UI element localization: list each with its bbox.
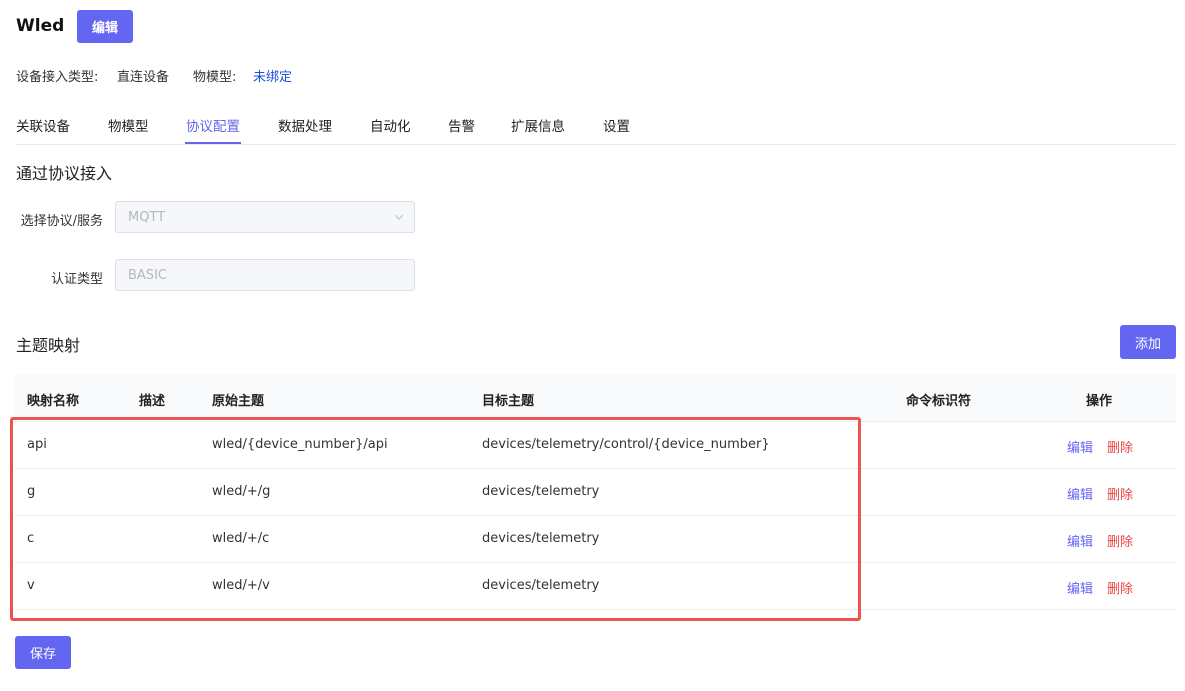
column-header: 映射名称: [27, 394, 80, 409]
mapping-section-title: 主题映射: [16, 336, 81, 355]
tab-extended-info[interactable]: 扩展信息: [511, 115, 565, 135]
tab-thing-model[interactable]: 物模型: [108, 115, 149, 135]
tab-protocol-config[interactable]: 协议配置: [186, 115, 240, 135]
row-edit-button[interactable]: 编辑: [1067, 484, 1093, 503]
model-value-link[interactable]: 未绑定: [253, 66, 292, 85]
mapping-name: g: [27, 484, 36, 499]
target-topic: devices/telemetry: [482, 531, 600, 546]
source-topic: wled/+/g: [212, 484, 271, 499]
auth-type-field[interactable]: BASIC: [115, 259, 415, 291]
table-row: g wled/+/g devices/telemetry 编辑 删除: [15, 469, 1176, 516]
column-header: 原始主题: [212, 394, 265, 409]
tab-settings[interactable]: 设置: [603, 115, 630, 135]
row-edit-button[interactable]: 编辑: [1067, 437, 1093, 456]
chevron-down-icon: [394, 214, 404, 220]
row-edit-button[interactable]: 编辑: [1067, 578, 1093, 597]
row-delete-button[interactable]: 删除: [1107, 437, 1133, 456]
target-topic: devices/telemetry: [482, 484, 600, 499]
device-title: Wled: [16, 16, 65, 36]
source-topic: wled/+/v: [212, 578, 270, 593]
row-delete-button[interactable]: 删除: [1107, 578, 1133, 597]
auth-type-value: BASIC: [128, 267, 167, 283]
add-mapping-button[interactable]: 添加: [1120, 325, 1176, 359]
mapping-name: c: [27, 531, 35, 546]
active-tab-indicator: [185, 142, 241, 144]
table-row: v wled/+/v devices/telemetry 编辑 删除: [15, 563, 1176, 610]
column-header: 目标主题: [482, 394, 535, 409]
edit-device-button[interactable]: 编辑: [77, 10, 133, 43]
table-row: api wled/{device_number}/api devices/tel…: [15, 422, 1176, 469]
table-row: c wled/+/c devices/telemetry 编辑 删除: [15, 516, 1176, 563]
row-edit-button[interactable]: 编辑: [1067, 531, 1093, 550]
tab-automation[interactable]: 自动化: [370, 115, 411, 135]
tab-bar: 关联设备 物模型 协议配置 数据处理 自动化 告警 扩展信息 设置: [16, 104, 1176, 145]
row-delete-button[interactable]: 删除: [1107, 484, 1133, 503]
tab-related-devices[interactable]: 关联设备: [16, 115, 70, 135]
model-label: 物模型:: [193, 70, 237, 85]
target-topic: devices/telemetry: [482, 578, 600, 593]
target-topic: devices/telemetry/control/{device_number…: [482, 437, 770, 452]
mapping-name: v: [27, 578, 35, 593]
access-type-value: 直连设备: [117, 70, 170, 85]
access-type-label: 设备接入类型:: [16, 70, 99, 85]
mapping-name: api: [27, 437, 47, 452]
column-header: 操作: [1086, 394, 1113, 409]
source-topic: wled/+/c: [212, 531, 270, 546]
table-header: 映射名称 描述 原始主题 目标主题 命令标识符 操作: [15, 375, 1176, 422]
auth-type-label: 认证类型: [50, 272, 103, 287]
protocol-select[interactable]: MQTT: [115, 201, 415, 233]
source-topic: wled/{device_number}/api: [212, 437, 388, 452]
tab-data-processing[interactable]: 数据处理: [278, 115, 332, 135]
tab-alarm[interactable]: 告警: [448, 115, 475, 135]
protocol-select-value: MQTT: [128, 209, 166, 225]
row-delete-button[interactable]: 删除: [1107, 531, 1133, 550]
protocol-label: 选择协议/服务: [20, 214, 103, 229]
column-header: 命令标识符: [906, 394, 972, 409]
protocol-section-title: 通过协议接入: [16, 164, 113, 183]
save-button[interactable]: 保存: [15, 636, 71, 669]
column-header: 描述: [139, 394, 166, 409]
mapping-table: 映射名称 描述 原始主题 目标主题 命令标识符 操作 api wled/{dev…: [15, 375, 1176, 610]
